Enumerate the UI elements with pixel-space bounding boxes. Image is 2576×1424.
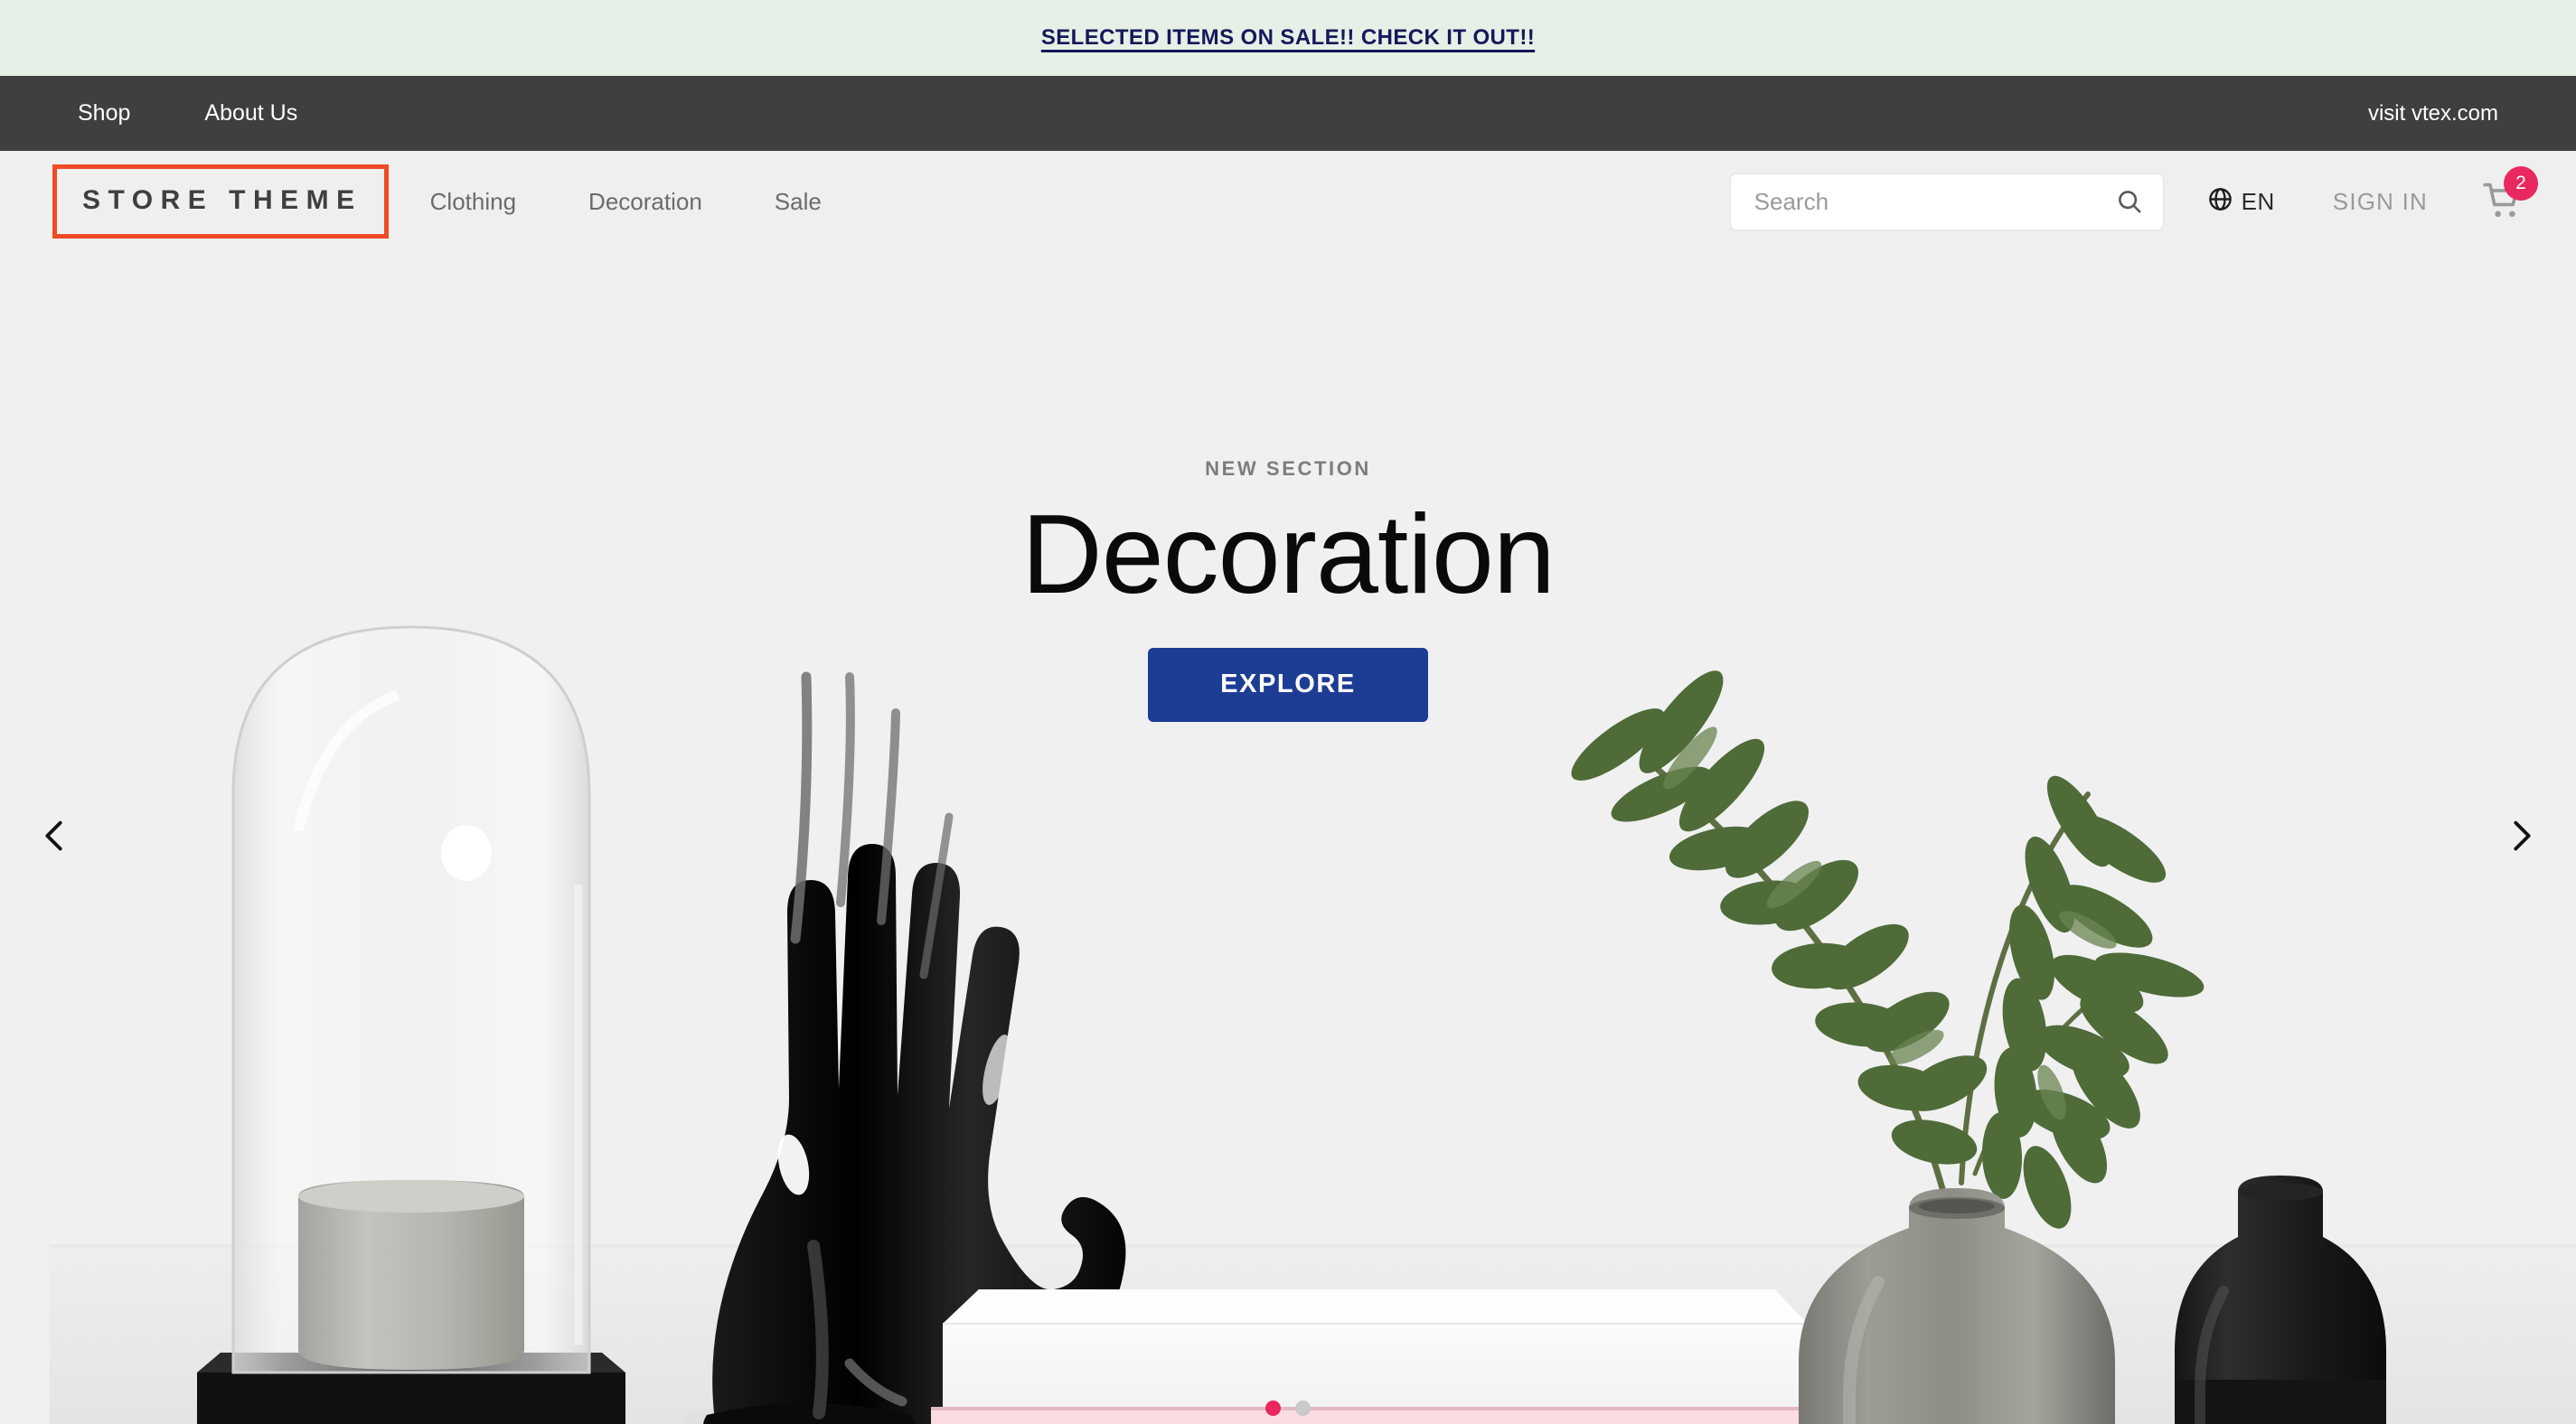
search-bar[interactable] — [1729, 173, 2164, 230]
store-logo-text: STORE THEME — [82, 185, 362, 215]
cart-button[interactable]: 2 — [2482, 166, 2538, 222]
site-header: STORE THEME Clothing Decoration Sale Sea… — [0, 151, 2576, 252]
carousel-next-button[interactable] — [2493, 810, 2551, 867]
shopping-cart-icon — [2482, 183, 2524, 226]
nav-item-clothing[interactable]: Clothing — [430, 188, 516, 216]
cart-item-count-badge: 2 — [2504, 166, 2538, 201]
category-navigation: Clothing Decoration Sale — [430, 188, 822, 216]
top-navigation-bar: Shop About Us visit vtex.com — [0, 76, 2576, 151]
explore-button[interactable]: EXPLORE — [1148, 647, 1428, 722]
hero-carousel: NEW SECTION Decoration EXPLORE — [0, 252, 2576, 1424]
header-actions: EN SIGN IN 2 — [1729, 166, 2538, 230]
top-nav-item-shop[interactable]: Shop — [78, 100, 130, 126]
chevron-left-icon — [33, 815, 75, 861]
promo-banner-link[interactable]: SELECTED ITEMS ON SALE!! CHECK IT OUT!! — [1041, 25, 1535, 51]
language-selector[interactable]: EN — [2207, 186, 2275, 217]
top-nav-links: Shop About Us — [78, 100, 297, 126]
carousel-prev-button[interactable] — [25, 810, 83, 867]
nav-item-sale[interactable]: Sale — [775, 188, 822, 216]
visit-vtex-link[interactable]: visit vtex.com — [2368, 101, 2498, 126]
search-input[interactable] — [1753, 187, 2116, 216]
globe-icon — [2207, 186, 2233, 217]
sign-in-button[interactable]: SIGN IN — [2333, 188, 2428, 216]
search-icon[interactable] — [2116, 188, 2143, 215]
promo-banner: SELECTED ITEMS ON SALE!! CHECK IT OUT!! — [0, 0, 2576, 76]
top-nav-item-about-us[interactable]: About Us — [204, 100, 297, 126]
chevron-right-icon — [2501, 815, 2543, 861]
carousel-dot-2[interactable] — [1295, 1401, 1311, 1416]
carousel-dots — [1265, 1401, 1311, 1416]
hero-slide-image — [0, 252, 2576, 1424]
store-logo[interactable]: STORE THEME — [52, 164, 389, 239]
top-nav-right: visit vtex.com — [2368, 101, 2498, 126]
language-label: EN — [2241, 187, 2275, 215]
nav-item-decoration[interactable]: Decoration — [588, 188, 702, 216]
carousel-dot-1[interactable] — [1265, 1401, 1281, 1416]
